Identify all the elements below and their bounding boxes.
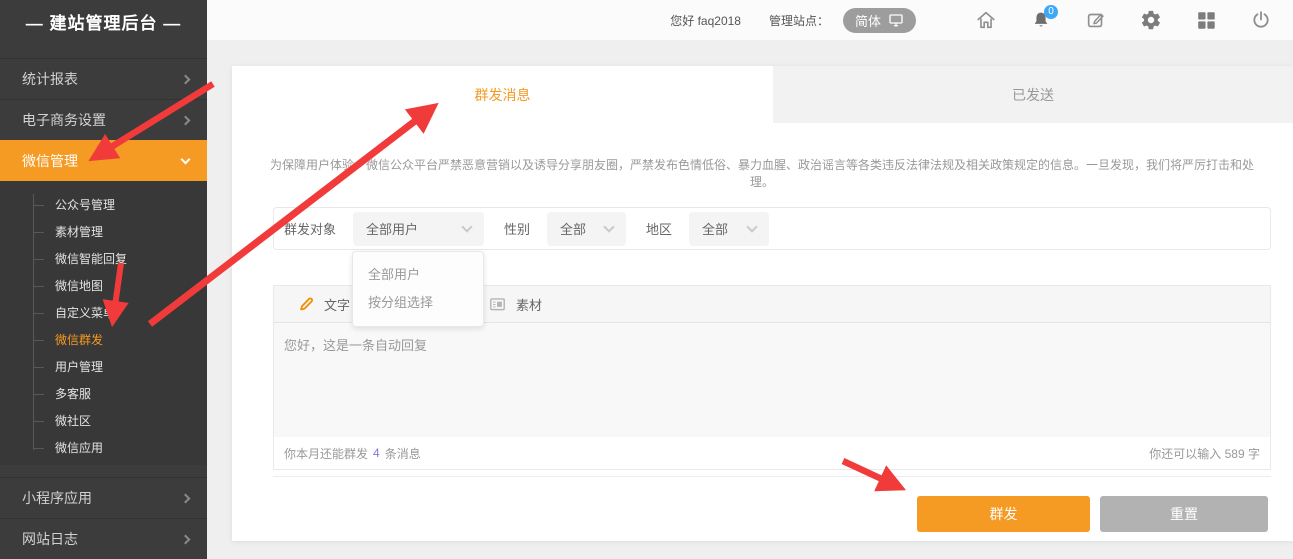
home-button[interactable]: [975, 9, 997, 31]
sidebar: — 建站管理后台 — 统计报表 电子商务设置 微信管理 公众号管理 素材管理 微…: [0, 0, 207, 541]
submenu-item-multi-service[interactable]: 多客服: [0, 381, 207, 408]
submenu-item-wechat-map[interactable]: 微信地图: [0, 273, 207, 300]
target-select-dropdown: 全部用户 按分组选择: [352, 251, 484, 327]
message-textarea[interactable]: 您好，这是一条自动回复: [274, 323, 1270, 437]
target-select-value: 全部用户: [366, 219, 418, 238]
notifications-button[interactable]: 0: [1030, 9, 1052, 31]
target-filter-row: 群发对象 全部用户 性别 全部 地区 全部: [273, 207, 1271, 250]
chevron-right-icon: [181, 534, 191, 544]
user-greeting: 您好 faq2018: [670, 12, 741, 29]
submenu-item-community[interactable]: 微社区: [0, 408, 207, 435]
quota-suffix: 条消息: [385, 445, 421, 462]
site-label: 管理站点：: [769, 12, 829, 29]
target-select[interactable]: 全部用户: [353, 212, 484, 246]
chevron-down-icon: [181, 155, 191, 165]
edit-icon: [1085, 9, 1107, 31]
sidebar-menu-bottom: 小程序应用 网站日志: [0, 477, 207, 559]
sidebar-item-label: 网站日志: [22, 529, 78, 549]
region-select-value: 全部: [702, 219, 728, 238]
sidebar-item-site-log[interactable]: 网站日志: [0, 518, 207, 559]
gender-select-value: 全部: [560, 219, 586, 238]
send-button[interactable]: 群发: [917, 496, 1090, 532]
chevron-right-icon: [181, 115, 191, 125]
submenu-item-smart-reply[interactable]: 微信智能回复: [0, 246, 207, 273]
sidebar-submenu: 公众号管理 素材管理 微信智能回复 微信地图 自定义菜单 微信群发 用户管理 多…: [0, 181, 207, 465]
editor-tab-text-label: 文字: [324, 295, 350, 314]
submenu-item-user-management[interactable]: 用户管理: [0, 354, 207, 381]
pencil-icon: [297, 295, 315, 313]
submenu-item-wechat-app[interactable]: 微信应用: [0, 435, 207, 462]
sidebar-item-miniprogram[interactable]: 小程序应用: [0, 477, 207, 518]
chevron-right-icon: [181, 493, 191, 503]
quota-count: 4: [373, 446, 380, 460]
monthly-quota-text: 你本月还能群发 4 条消息: [284, 445, 421, 462]
chevron-right-icon: [181, 74, 191, 84]
reset-button[interactable]: 重置: [1100, 496, 1268, 532]
language-label: 简体: [855, 11, 881, 30]
gear-icon: [1140, 9, 1162, 31]
submenu-item-mass-send[interactable]: 微信群发: [0, 327, 207, 354]
chevron-down-icon: [746, 221, 757, 232]
sidebar-item-label: 统计报表: [22, 69, 78, 89]
power-icon: [1250, 9, 1272, 31]
tab-mass-message[interactable]: 群发消息: [232, 66, 773, 123]
monitor-icon: [888, 12, 904, 28]
policy-notice: 为保障用户体验，微信公众平台严禁恶意营销以及诱导分享朋友圈，严禁发布色情低俗、暴…: [262, 156, 1262, 190]
submenu-item-material[interactable]: 素材管理: [0, 219, 207, 246]
sidebar-item-label: 微信管理: [22, 151, 78, 171]
region-label: 地区: [646, 219, 672, 238]
sidebar-item-wechat[interactable]: 微信管理: [0, 140, 207, 181]
edit-button[interactable]: [1085, 9, 1107, 31]
chevron-down-icon: [461, 221, 472, 232]
apps-button[interactable]: [1195, 9, 1217, 31]
footer-divider: [273, 476, 1271, 477]
submenu-item-custom-menu[interactable]: 自定义菜单: [0, 300, 207, 327]
sidebar-item-statistics[interactable]: 统计报表: [0, 58, 207, 99]
region-select[interactable]: 全部: [689, 212, 769, 246]
sidebar-item-ecommerce[interactable]: 电子商务设置: [0, 99, 207, 140]
settings-button[interactable]: [1140, 9, 1162, 31]
topbar: 您好 faq2018 管理站点： 简体 0: [207, 0, 1293, 40]
sidebar-item-label: 小程序应用: [22, 488, 92, 508]
chars-remaining-text: 你还可以输入 589 字: [1149, 445, 1260, 462]
sidebar-menu: 统计报表 电子商务设置 微信管理: [0, 58, 207, 181]
material-icon: [488, 295, 507, 314]
home-icon: [975, 9, 997, 31]
sidebar-item-label: 电子商务设置: [22, 110, 106, 130]
gender-label: 性别: [504, 219, 530, 238]
chevron-down-icon: [603, 221, 614, 232]
editor-tab-material-label: 素材: [516, 295, 542, 314]
tab-bar: 群发消息 已发送: [232, 66, 1293, 123]
grid-icon: [1195, 9, 1217, 31]
logout-button[interactable]: [1250, 9, 1272, 31]
gender-select[interactable]: 全部: [547, 212, 626, 246]
editor-tab-text[interactable]: 文字: [297, 295, 350, 314]
editor-tab-material[interactable]: 素材: [488, 295, 542, 314]
editor-footer: 你本月还能群发 4 条消息 你还可以输入 589 字: [274, 437, 1270, 469]
dropdown-option-by-group[interactable]: 按分组选择: [353, 289, 483, 317]
tab-sent[interactable]: 已发送: [773, 66, 1293, 123]
content-card: 群发消息 已发送 为保障用户体验，微信公众平台严禁恶意营销以及诱导分享朋友圈，严…: [232, 66, 1293, 541]
submenu-item-official-account[interactable]: 公众号管理: [0, 192, 207, 219]
notification-badge: 0: [1044, 5, 1058, 19]
language-pill-button[interactable]: 简体: [843, 8, 916, 33]
dropdown-option-all-users[interactable]: 全部用户: [353, 261, 483, 289]
quota-prefix: 你本月还能群发: [284, 445, 368, 462]
app-title: — 建站管理后台 —: [0, 0, 207, 48]
target-label: 群发对象: [284, 219, 336, 238]
